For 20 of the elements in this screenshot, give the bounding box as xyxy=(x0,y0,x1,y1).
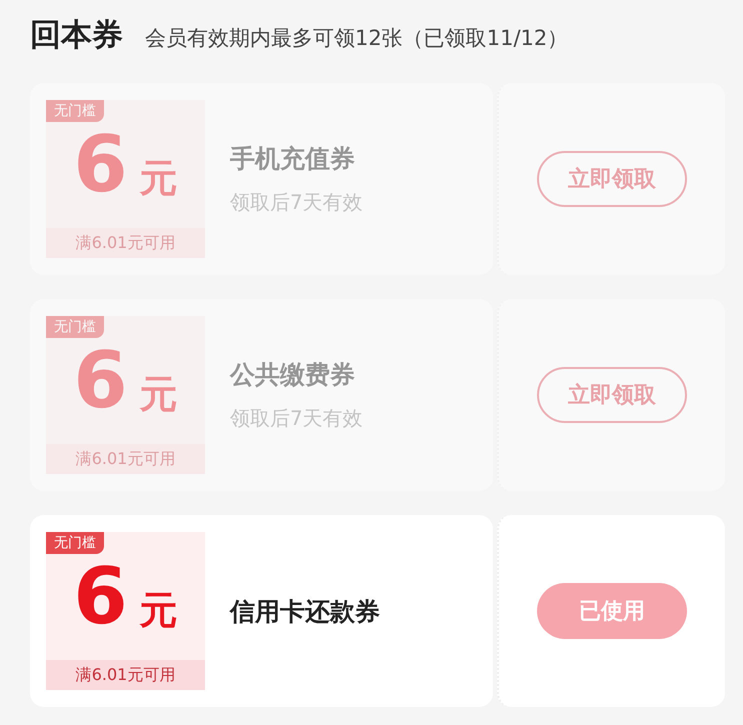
coupon-tag: 无门槛 xyxy=(46,100,104,122)
usage-condition: 满6.01元可用 xyxy=(46,444,205,474)
coupon-name: 信用卡还款券 xyxy=(230,596,380,628)
coupon-tag: 无门槛 xyxy=(46,532,104,554)
section-title: 回本券 xyxy=(30,16,123,55)
coupon-name: 公共缴费券 xyxy=(230,359,356,391)
coupon-amount: 6 xyxy=(73,120,128,210)
claim-button[interactable]: 立即领取 xyxy=(537,367,687,423)
coupon-amount: 6 xyxy=(73,552,128,642)
coupon-amount: 6 xyxy=(73,336,128,426)
usage-condition: 满6.01元可用 xyxy=(46,228,205,258)
currency-unit: 元 xyxy=(140,587,178,634)
usage-condition: 满6.01元可用 xyxy=(46,660,205,690)
currency-unit: 元 xyxy=(140,371,178,418)
currency-unit: 元 xyxy=(140,155,178,202)
used-button: 已使用 xyxy=(537,583,687,639)
limit-note: 会员有效期内最多可领12张（已领取11/12） xyxy=(145,25,568,52)
coupon-tag: 无门槛 xyxy=(46,316,104,338)
coupon-name: 手机充值券 xyxy=(230,143,356,175)
claim-button[interactable]: 立即领取 xyxy=(537,151,687,207)
